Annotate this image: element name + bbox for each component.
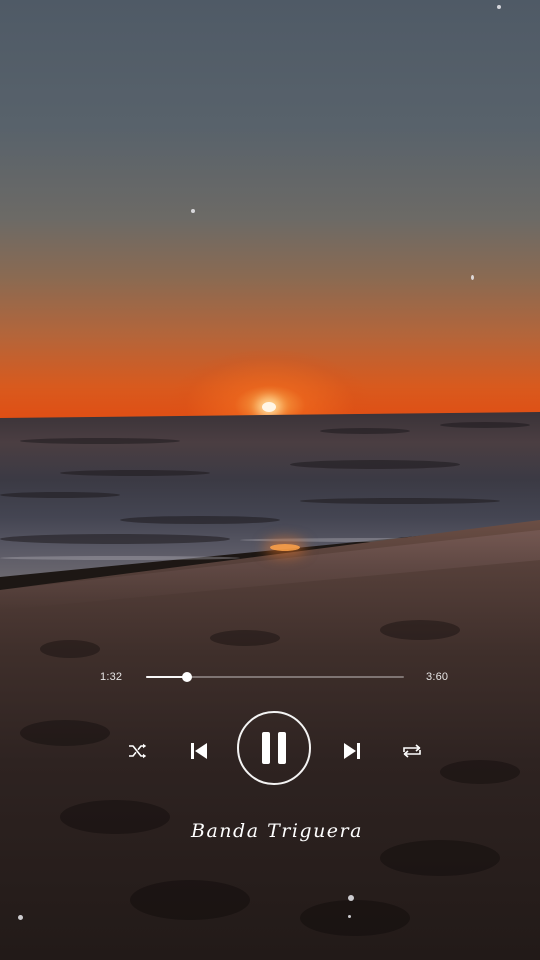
sun	[262, 402, 276, 412]
shuffle-button[interactable]	[124, 738, 152, 764]
shuffle-icon	[129, 743, 147, 759]
footprint	[380, 840, 500, 876]
progress-fill	[146, 676, 188, 678]
wave	[320, 428, 410, 434]
dust-speck	[18, 915, 23, 920]
footprint	[440, 760, 520, 784]
progress-bar[interactable]	[146, 672, 404, 682]
dust-speck	[348, 895, 354, 901]
wave	[300, 498, 500, 504]
wave	[120, 516, 280, 524]
dust-speck	[497, 5, 501, 9]
footprint	[130, 880, 250, 920]
repeat-button[interactable]	[398, 738, 426, 764]
foam	[0, 556, 240, 560]
play-pause-button[interactable]	[237, 711, 311, 785]
wave	[440, 422, 530, 428]
pause-icon	[262, 732, 286, 764]
footprint	[210, 630, 280, 646]
dust-speck	[191, 209, 195, 213]
total-time: 3:60	[426, 671, 449, 683]
next-button[interactable]	[338, 737, 366, 765]
wave	[290, 460, 460, 469]
footprint	[380, 620, 460, 640]
repeat-icon	[403, 744, 421, 758]
skip-next-icon	[344, 743, 360, 759]
music-player-screen: 1:32 3:60 Banda Triguera	[0, 0, 540, 960]
dust-speck	[348, 915, 351, 918]
wave	[0, 492, 120, 498]
footprint	[20, 720, 110, 746]
wave	[60, 470, 210, 476]
previous-button[interactable]	[185, 737, 213, 765]
footprint	[300, 900, 410, 936]
dust-speck	[471, 275, 474, 280]
footprint	[40, 640, 100, 658]
sun-reflection	[270, 544, 300, 551]
wave	[0, 534, 230, 544]
wave	[20, 438, 180, 444]
skip-previous-icon	[191, 743, 207, 759]
elapsed-time: 1:32	[100, 671, 123, 683]
artist-name: Banda Triguera	[191, 820, 363, 842]
